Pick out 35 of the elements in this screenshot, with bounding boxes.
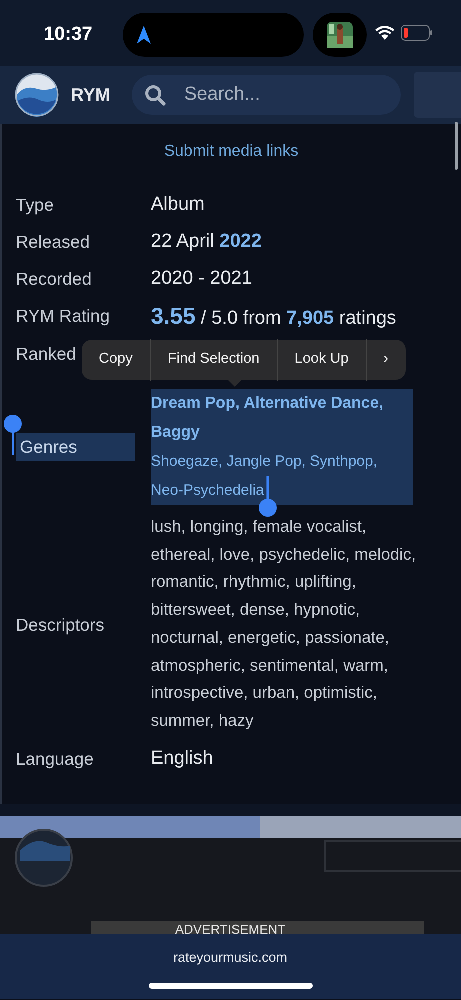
field-label: Ranked — [16, 343, 76, 366]
navigation-arrow-icon — [137, 26, 151, 44]
field-value: lush, longing, female vocalist, ethereal, love, psychedelic, melodic, romantic, rhythmic, uplifting, bittersweet, dense, hypnotic, nocturnal, energetic, passionate, atmospheric, sentimental, warm, introspective, urban, optimistic, summer, hazy — [151, 517, 418, 732]
field-label: Released — [16, 231, 91, 254]
genre-link[interactable]: Dream Pop, — [151, 390, 240, 418]
menu-item[interactable]: Copy — [82, 339, 151, 381]
field-label: Recorded — [16, 268, 93, 291]
field-value: English — [151, 746, 214, 771]
genre-link[interactable]: Shoegaze, — [151, 448, 223, 476]
menu-item[interactable]: › — [366, 339, 406, 381]
genre-link[interactable]: Neo-Psychedelia — [151, 477, 264, 505]
field-value: 22 April 2022 — [151, 230, 263, 254]
genre-link[interactable]: Synthpop, — [310, 448, 378, 476]
menu-item[interactable]: Look Up — [278, 339, 367, 381]
scrollbar — [455, 122, 458, 170]
field-label: Descriptors — [16, 614, 106, 637]
clock-time: 10:37 — [44, 23, 93, 47]
field-value: 2020 - 2021 — [151, 267, 254, 291]
site-name[interactable]: RYM — [71, 82, 110, 108]
advertisement-label: ADVERTISEMENT — [174, 921, 287, 934]
field-label: RYM Rating — [16, 305, 112, 328]
menu-item[interactable]: Find Selection — [150, 339, 278, 381]
field-value: Album — [151, 193, 206, 217]
field-label: Language — [16, 748, 95, 771]
search-icon — [145, 85, 166, 106]
field-value: 3.55 / 5.0 from 7,905 ratings — [151, 302, 398, 331]
wifi-icon — [375, 25, 395, 40]
genre-link[interactable]: Baggy — [151, 419, 200, 447]
logo-icon[interactable] — [15, 73, 59, 117]
submit-media-link[interactable]: Submit media links — [2, 140, 461, 164]
search-field[interactable]: Search... — [132, 75, 402, 115]
field-label: Type — [16, 194, 55, 217]
genre-link[interactable]: Jangle Pop, — [226, 448, 306, 476]
battery-icon — [401, 25, 433, 41]
genre-link[interactable]: Alternative Dance, — [244, 390, 384, 418]
